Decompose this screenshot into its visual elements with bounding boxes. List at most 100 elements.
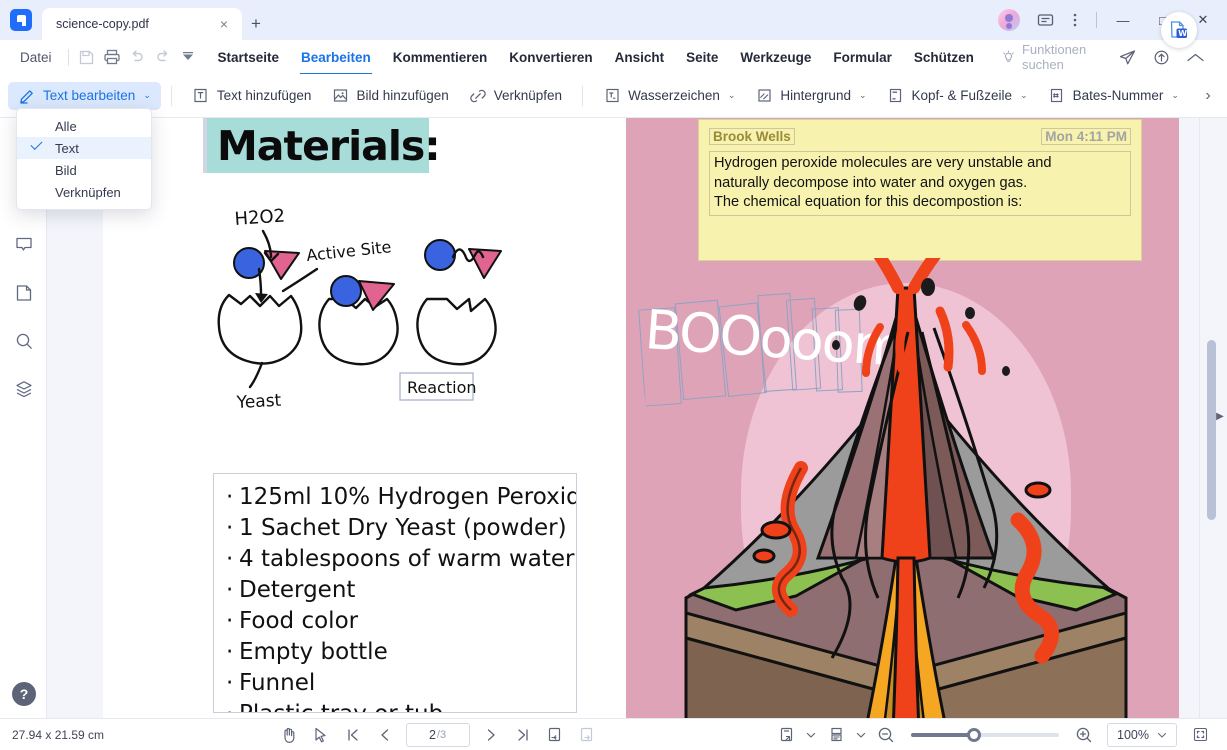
- minimize-button[interactable]: —: [1103, 3, 1143, 37]
- menu-file[interactable]: Datei: [10, 50, 62, 65]
- edit-text-label: Text bearbeiten: [43, 88, 136, 103]
- close-tab-icon[interactable]: ×: [216, 17, 232, 31]
- current-page-number: 2: [428, 727, 436, 742]
- menu-schuetzen[interactable]: Schützen: [903, 45, 985, 70]
- volcano-illustration[interactable]: [646, 258, 1166, 718]
- add-text-icon: [192, 87, 210, 105]
- materials-list-box[interactable]: · 125ml 10% Hydrogen Peroxide · 1 Sachet D…: [213, 473, 577, 713]
- last-page-button[interactable]: [508, 723, 538, 747]
- menu-startseite[interactable]: Startseite: [206, 45, 290, 70]
- scrollbar-thumb[interactable]: [1207, 340, 1216, 520]
- divider: [170, 85, 172, 106]
- convert-to-word-button[interactable]: W: [1161, 12, 1197, 48]
- page-navigation-controls: 2 /3: [274, 722, 602, 747]
- more-options-icon[interactable]: [1060, 4, 1090, 36]
- menu-bearbeiten[interactable]: Bearbeiten: [290, 45, 382, 75]
- quick-access-dropdown-icon[interactable]: [175, 44, 200, 70]
- dropdown-item-verknuepfen[interactable]: Verknüpfen: [17, 181, 151, 203]
- fullscreen-button[interactable]: [1185, 723, 1215, 747]
- new-tab-button[interactable]: +: [242, 8, 270, 40]
- reaction-label: Reaction: [407, 378, 477, 397]
- menu-bar: Datei Startseite Bearbeiten Kommentieren…: [0, 40, 1227, 75]
- sticky-note-author: Brook Wells: [709, 128, 795, 145]
- page-right-column: Brook Wells Mon 4:11 PM Hydrogen peroxid…: [626, 118, 1179, 718]
- bates-number-label: Bates-Nummer: [1072, 88, 1164, 103]
- yeast-label: Yeast: [235, 391, 282, 413]
- menu-formular[interactable]: Formular: [822, 45, 903, 70]
- bates-number-button[interactable]: Bates-Nummer ⌄: [1038, 82, 1189, 110]
- next-page-button[interactable]: [476, 723, 506, 747]
- dropdown-item-label: Alle: [55, 118, 77, 134]
- first-page-button[interactable]: [338, 723, 368, 747]
- header-footer-button[interactable]: Kopf- & Fußzeile ⌄: [877, 82, 1038, 110]
- enzyme-diagram[interactable]: H2O2 Active Site Yeast Reaction: [207, 203, 527, 413]
- dropdown-item-label: Verknüpfen: [55, 184, 121, 200]
- add-image-button[interactable]: Bild hinzufügen: [321, 82, 458, 110]
- add-text-button[interactable]: Text hinzufügen: [182, 82, 322, 110]
- menu-konvertieren[interactable]: Konvertieren: [498, 45, 603, 70]
- expand-right-panel-button[interactable]: ▶: [1215, 408, 1225, 424]
- zoom-out-button[interactable]: [871, 723, 901, 747]
- document-tab[interactable]: science-copy.pdf ×: [42, 8, 242, 40]
- menu-kommentieren[interactable]: Kommentieren: [382, 45, 499, 70]
- sticky-note-body: Hydrogen peroxide molecules are very uns…: [709, 151, 1131, 216]
- background-icon: [755, 87, 773, 105]
- avatar[interactable]: [998, 9, 1020, 31]
- zoom-slider[interactable]: [911, 725, 1059, 745]
- vertical-scrollbar[interactable]: ▶: [1199, 118, 1227, 718]
- divider: [582, 85, 584, 106]
- background-label: Hintergrund: [780, 88, 851, 103]
- thumbnails-panel-icon[interactable]: [0, 269, 47, 317]
- chevron-down-icon: ⌄: [858, 90, 867, 100]
- sticky-note-annotation[interactable]: Brook Wells Mon 4:11 PM Hydrogen peroxid…: [698, 119, 1142, 261]
- menu-seite[interactable]: Seite: [675, 45, 729, 70]
- previous-page-button[interactable]: [370, 723, 400, 747]
- zoom-in-button[interactable]: [1069, 723, 1099, 747]
- dropdown-item-label: Bild: [55, 162, 77, 178]
- add-link-button[interactable]: Verknüpfen: [459, 82, 572, 110]
- zoom-level-select[interactable]: 100%: [1107, 722, 1177, 747]
- menu-ansicht[interactable]: Ansicht: [604, 45, 676, 70]
- search-panel-icon[interactable]: [0, 317, 47, 365]
- page-number-input[interactable]: 2 /3: [405, 722, 470, 747]
- lightbulb-icon: [1001, 49, 1016, 65]
- title-bar: science-copy.pdf × + — □ ✕: [0, 0, 1227, 40]
- single-page-view-icon[interactable]: [540, 723, 570, 747]
- scroll-mode-icon[interactable]: [821, 723, 851, 747]
- page-layout-mode-icon[interactable]: [771, 723, 801, 747]
- save-icon[interactable]: [74, 44, 99, 70]
- list-item: · Funnel: [226, 670, 316, 696]
- scroll-mode-caret-icon[interactable]: [853, 723, 869, 747]
- dropdown-item-alle[interactable]: Alle: [17, 115, 151, 137]
- share-icon[interactable]: [1111, 43, 1143, 71]
- hand-tool-icon[interactable]: [274, 723, 304, 747]
- document-viewport[interactable]: Materials: H2O2 Active Site Yeast Reacti…: [47, 118, 1199, 718]
- background-button[interactable]: Hintergrund ⌄: [745, 82, 876, 110]
- page-layout-caret-icon[interactable]: [803, 723, 819, 747]
- ribbon-overflow-button[interactable]: ›: [1197, 87, 1219, 105]
- print-icon[interactable]: [100, 44, 125, 70]
- zoom-slider-handle[interactable]: [967, 727, 981, 742]
- feedback-icon[interactable]: [1030, 4, 1060, 36]
- menu-werkzeuge[interactable]: Werkzeuge: [729, 45, 822, 70]
- status-bar: 27.94 x 21.59 cm 2 /3 100%: [0, 718, 1227, 750]
- watermark-button[interactable]: Wasserzeichen ⌄: [593, 82, 745, 110]
- edit-text-button[interactable]: Text bearbeiten ⌄: [8, 81, 161, 110]
- redo-icon[interactable]: [150, 44, 175, 70]
- application-window: science-copy.pdf × + — □ ✕ Datei: [0, 0, 1227, 750]
- feature-search[interactable]: Funktionen suchen: [1001, 42, 1111, 72]
- chevron-down-icon: [1157, 730, 1167, 740]
- cloud-upload-icon[interactable]: [1145, 43, 1177, 71]
- undo-icon[interactable]: [125, 44, 150, 70]
- help-button[interactable]: ?: [12, 682, 36, 706]
- dropdown-item-bild[interactable]: Bild: [17, 159, 151, 181]
- dropdown-item-text[interactable]: Text: [17, 137, 151, 159]
- add-image-icon: [331, 87, 349, 105]
- page-title[interactable]: Materials:: [207, 118, 441, 173]
- comments-panel-icon[interactable]: [0, 221, 47, 269]
- add-text-label: Text hinzufügen: [216, 88, 312, 103]
- list-item: ·Plastic tray or tub: [226, 699, 564, 712]
- continuous-page-view-icon[interactable]: [572, 723, 602, 747]
- select-tool-icon[interactable]: [306, 723, 336, 747]
- layers-panel-icon[interactable]: [0, 365, 47, 413]
